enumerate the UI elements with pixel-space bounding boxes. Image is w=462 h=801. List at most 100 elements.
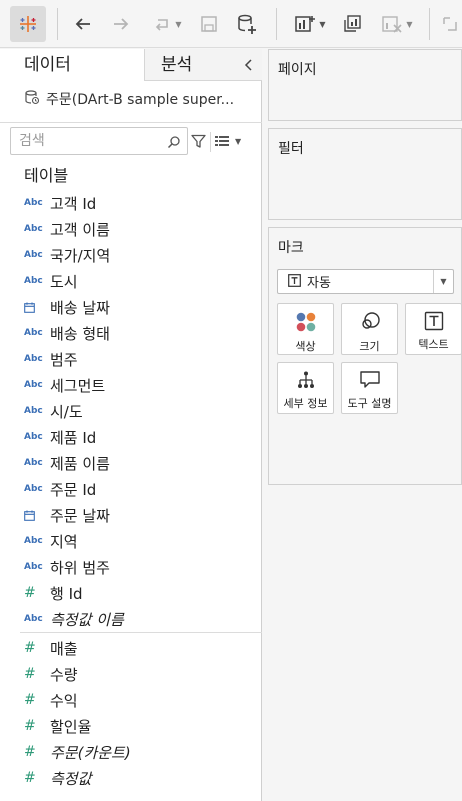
marks-tooltip-button[interactable]: 도구 설명 (341, 362, 398, 414)
field-name: 하위 범주 (50, 558, 110, 577)
swap-rows-columns-button[interactable] (440, 6, 462, 42)
pane-tabs: 데이터 분석 (0, 49, 262, 81)
datasource-item[interactable]: 주문(DArt-B sample super... (24, 87, 234, 111)
dimension-field[interactable]: Abc 측정값 이름 (0, 606, 262, 632)
date-type-icon (0, 302, 50, 313)
dimension-field[interactable]: Abc 범주 (0, 346, 262, 372)
marks-detail-button[interactable]: 세부 정보 (277, 362, 334, 414)
string-type-icon: Abc (24, 250, 43, 260)
filters-card[interactable]: 필터 (268, 128, 462, 220)
save-button[interactable] (196, 6, 222, 42)
marks-card: 마크 자동 ▼ 색상 크기 텍스트 세부 정보 도구 설명 (268, 227, 462, 485)
swap-icon (443, 17, 457, 31)
tab-data[interactable]: 데이터 (0, 49, 144, 81)
tableau-logo-button[interactable] (10, 6, 46, 42)
new-data-source-button[interactable] (233, 6, 261, 42)
string-type-icon: Abc (24, 536, 43, 546)
divider (0, 122, 262, 123)
field-name: 고객 Id (50, 194, 97, 213)
search-input[interactable] (19, 130, 169, 152)
dimension-field[interactable]: Abc 제품 Id (0, 424, 262, 450)
string-type-icon: Abc (24, 458, 43, 468)
number-type-icon: # (24, 666, 36, 682)
dimension-field[interactable]: Abc 고객 Id (0, 190, 262, 216)
field-name: 제품 Id (50, 428, 97, 447)
new-worksheet-icon (295, 16, 316, 32)
marks-size-button[interactable]: 크기 (341, 303, 398, 355)
measure-field[interactable]: # 측정값 (0, 765, 262, 791)
filters-card-title: 필터 (278, 141, 304, 157)
filter-icon[interactable] (191, 134, 206, 153)
dimension-field[interactable]: # 행 Id (0, 580, 262, 606)
number-type-icon: # (24, 692, 36, 708)
chevron-down-icon: ▼ (433, 270, 453, 293)
dimension-field[interactable]: Abc 지역 (0, 528, 262, 554)
collapse-pane-button[interactable] (242, 57, 256, 73)
field-name: 수익 (50, 691, 78, 710)
forward-arrow-icon (114, 18, 129, 30)
field-name: 국가/지역 (50, 246, 111, 265)
dimension-field[interactable]: 배송 날짜 (0, 294, 262, 320)
number-type-icon: # (24, 585, 36, 601)
redo-button[interactable] (108, 6, 134, 42)
dimension-field[interactable]: Abc 도시 (0, 268, 262, 294)
color-icon (296, 312, 315, 332)
chevron-down-icon: ▼ (175, 19, 182, 29)
dimension-field[interactable]: Abc 시/도 (0, 398, 262, 424)
dimension-field[interactable]: Abc 하위 범주 (0, 554, 262, 580)
string-type-icon: Abc (24, 562, 43, 572)
datasource-icon (24, 89, 40, 109)
field-name: 시/도 (50, 402, 83, 421)
measure-field[interactable]: # 할인율 (0, 713, 262, 739)
pages-card[interactable]: 페이지 (268, 49, 462, 121)
measures-divider (20, 632, 262, 633)
clear-sheet-button[interactable]: ▼ (376, 6, 418, 42)
string-type-icon: Abc (24, 432, 43, 442)
measure-field[interactable]: # 매출 (0, 635, 262, 661)
toolbar: ▼ ▼ ▼ (0, 0, 462, 48)
field-name: 매출 (50, 639, 78, 658)
marks-card-title: 마크 (278, 240, 304, 256)
dimension-field[interactable]: Abc 국가/지역 (0, 242, 262, 268)
dimension-field[interactable]: Abc 고객 이름 (0, 216, 262, 242)
add-database-icon (238, 14, 256, 34)
search-icon (167, 134, 181, 153)
marks-text-button[interactable]: 텍스트 (405, 303, 462, 355)
field-name: 범주 (50, 350, 78, 369)
dimension-field[interactable]: Abc 주문 Id (0, 476, 262, 502)
dimension-field[interactable]: Abc 제품 이름 (0, 450, 262, 476)
view-options-button[interactable]: ▼ (215, 135, 241, 147)
new-worksheet-button[interactable]: ▼ (289, 6, 331, 42)
marks-color-button[interactable]: 색상 (277, 303, 334, 355)
date-type-icon (0, 510, 50, 521)
list-view-icon (215, 136, 229, 146)
replay-icon (156, 19, 169, 31)
number-type-icon: # (24, 770, 36, 786)
dimension-field[interactable]: Abc 배송 형태 (0, 320, 262, 346)
size-icon (361, 312, 380, 329)
mark-type-value: 자동 (307, 276, 331, 291)
pages-card-title: 페이지 (278, 62, 317, 78)
replay-button[interactable]: ▼ (146, 6, 188, 42)
marks-color-label: 색상 (295, 340, 316, 353)
measure-field[interactable]: # 수익 (0, 687, 262, 713)
measure-field[interactable]: # 주문(카운트) (0, 739, 262, 765)
dimension-field[interactable]: Abc 세그먼트 (0, 372, 262, 398)
duplicate-sheet-button[interactable] (339, 6, 365, 42)
text-icon (424, 311, 443, 331)
field-name: 행 Id (50, 584, 83, 603)
string-type-icon: Abc (24, 380, 43, 390)
field-name: 배송 형태 (50, 324, 110, 343)
divider (210, 132, 211, 152)
tooltip-icon (359, 371, 380, 388)
measure-field[interactable]: # 수량 (0, 661, 262, 687)
field-name: 측정값 이름 (50, 610, 124, 629)
mark-type-dropdown[interactable]: 자동 ▼ (277, 269, 454, 294)
field-name: 도시 (50, 272, 78, 291)
dimension-field[interactable]: 주문 날짜 (0, 502, 262, 528)
tab-analysis-label: 분석 (161, 55, 193, 75)
field-name: 고객 이름 (50, 220, 110, 239)
undo-button[interactable] (70, 6, 96, 42)
field-name: 배송 날짜 (50, 298, 110, 317)
string-type-icon: Abc (24, 484, 43, 494)
